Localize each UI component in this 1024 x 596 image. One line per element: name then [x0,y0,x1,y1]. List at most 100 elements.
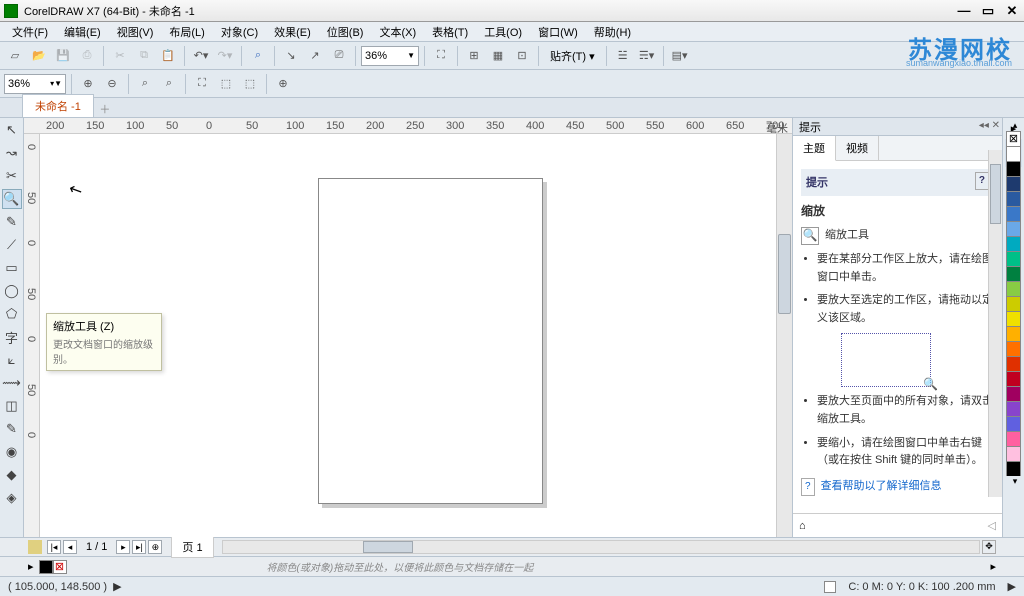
polygon-tool[interactable]: ⬠ [2,304,22,324]
palette-swatch[interactable] [1006,251,1021,266]
status-play-icon[interactable]: ▶ [113,580,121,593]
ellipse-tool[interactable]: ◯ [2,281,22,301]
launch-button[interactable]: ▤▾ [669,45,691,67]
last-page-button[interactable]: ▸| [132,540,146,554]
cut-button[interactable]: ✂ [109,45,131,67]
connector-tool[interactable]: ⟿ [2,373,22,393]
minimize-button[interactable]: — [956,4,972,18]
pick-tool[interactable]: ↖ [2,120,22,140]
palette-swatch[interactable] [1006,191,1021,206]
colorbar-arrow[interactable]: ▸ [28,560,34,573]
menu-视图V[interactable]: 视图(V) [109,22,162,42]
palette-swatch[interactable] [1006,446,1021,461]
snap-combo[interactable]: 贴齐(T) ▾ [544,48,601,64]
outline-tool[interactable]: ◉ [2,442,22,462]
freehand-tool[interactable]: ✎ [2,212,22,232]
guides-button[interactable]: ⊡ [511,45,533,67]
nofill-swatch[interactable]: ⊠ [53,560,67,574]
first-page-button[interactable]: |◂ [47,540,61,554]
palette-swatch[interactable] [1006,431,1021,446]
panel-controls[interactable]: ◂◂ ✕ [979,120,1000,131]
zoom-width-icon[interactable]: ⬚ [215,73,237,95]
add-page-button[interactable]: ⊕ [148,540,162,554]
prev-page-button[interactable]: ◂ [63,540,77,554]
palette-swatch[interactable] [1006,401,1021,416]
next-page-button[interactable]: ▸ [116,540,130,554]
zoom-level-combo[interactable]: 36%▼ [361,46,419,66]
options1-button[interactable]: ☱ [612,45,634,67]
palette-down[interactable]: ▾ [1006,476,1024,487]
palette-swatch[interactable] [1006,266,1021,281]
add-icon[interactable]: ⊕ [272,73,294,95]
search-button[interactable]: ⌕ [247,45,269,67]
colorbar-end-arrow[interactable]: ▸ [990,560,996,573]
home-icon[interactable]: ⌂ [799,520,806,532]
text-tool[interactable]: 字 [2,327,22,347]
palette-swatch[interactable] [1006,236,1021,251]
palette-swatch[interactable] [1006,206,1021,221]
zoom-combo-2[interactable]: 36%▾▼ [4,74,66,94]
paste-button[interactable]: 📋 [157,45,179,67]
palette-swatch[interactable] [1006,461,1021,476]
import-button[interactable]: ↘ [280,45,302,67]
palette-swatch[interactable] [1006,176,1021,191]
hint-help-link[interactable]: ?查看帮助以了解详细信息 [801,478,994,496]
canvas-area[interactable]: 毫米 2001501005005010015020025030035040045… [24,118,792,537]
doc-tab-active[interactable]: 未命名 -1 [22,94,94,117]
menu-布局L[interactable]: 布局(L) [161,22,212,42]
menu-位图B[interactable]: 位图(B) [319,22,372,42]
export-button[interactable]: ↗ [304,45,326,67]
page-tab[interactable]: 页 1 [171,536,213,558]
dim-tool[interactable]: ⟀ [2,350,22,370]
palette-swatch[interactable] [1006,146,1021,161]
options2-button[interactable]: ☴▾ [636,45,658,67]
hint-tab-topic[interactable]: 主题 [793,136,836,161]
hint-tab-video[interactable]: 视频 [836,136,879,160]
zoom-height-icon[interactable]: ⬚ [239,73,261,95]
palette-swatch[interactable] [1006,296,1021,311]
zoom-all-icon[interactable]: ⌕ [158,73,180,95]
palette-none[interactable]: ⊠ [1006,131,1021,146]
menu-窗口W[interactable]: 窗口(W) [530,22,586,42]
palette-swatch[interactable] [1006,416,1021,431]
zoom-page-icon[interactable]: ⛶ [191,73,213,95]
menu-文件F[interactable]: 文件(F) [4,22,56,42]
scrollbar-vertical[interactable] [776,134,792,537]
print-button[interactable]: ⎙ [76,45,98,67]
save-button[interactable]: 💾 [52,45,74,67]
palette-swatch[interactable] [1006,386,1021,401]
rect-tool[interactable]: ▭ [2,258,22,278]
add-doc-tab[interactable]: ＋ [96,101,114,117]
zoom-in-icon[interactable]: ⊕ [77,73,99,95]
zoom-out-icon[interactable]: ⊖ [101,73,123,95]
zoom-select-icon[interactable]: ⌕ [134,73,156,95]
menu-编辑E[interactable]: 编辑(E) [56,22,109,42]
crop-tool[interactable]: ✂ [2,166,22,186]
nav-icon[interactable]: ✥ [982,540,996,554]
palette-swatch[interactable] [1006,281,1021,296]
new-button[interactable]: ▱ [4,45,26,67]
fill-tool[interactable]: ◆ [2,465,22,485]
ruler-button[interactable]: ⊞ [463,45,485,67]
palette-swatch[interactable] [1006,311,1021,326]
menu-效果E[interactable]: 效果(E) [266,22,319,42]
palette-up[interactable]: ▴ [1006,120,1024,131]
interactive-fill[interactable]: ◈ [2,488,22,508]
eyedrop-tool[interactable]: ✎ [2,419,22,439]
zoom-tool[interactable]: 🔍 [2,189,22,209]
copy-button[interactable]: ⧉ [133,45,155,67]
open-button[interactable]: 📂 [28,45,50,67]
palette-swatch[interactable] [1006,161,1021,176]
publish-button[interactable]: ⎚ [328,45,350,67]
status-end-icon[interactable]: ▶ [1008,580,1016,593]
palette-swatch[interactable] [1006,356,1021,371]
fullscreen-button[interactable]: ⛶ [430,45,452,67]
page-canvas[interactable] [318,178,543,504]
smart-tool[interactable]: ⟋ [2,235,22,255]
menu-对象C[interactable]: 对象(C) [213,22,266,42]
undo-button[interactable]: ↶▾ [190,45,212,67]
menu-表格T[interactable]: 表格(T) [424,22,476,42]
maximize-button[interactable]: ▭ [980,4,996,18]
hint-scrollbar[interactable] [988,150,1002,497]
palette-swatch[interactable] [1006,221,1021,236]
